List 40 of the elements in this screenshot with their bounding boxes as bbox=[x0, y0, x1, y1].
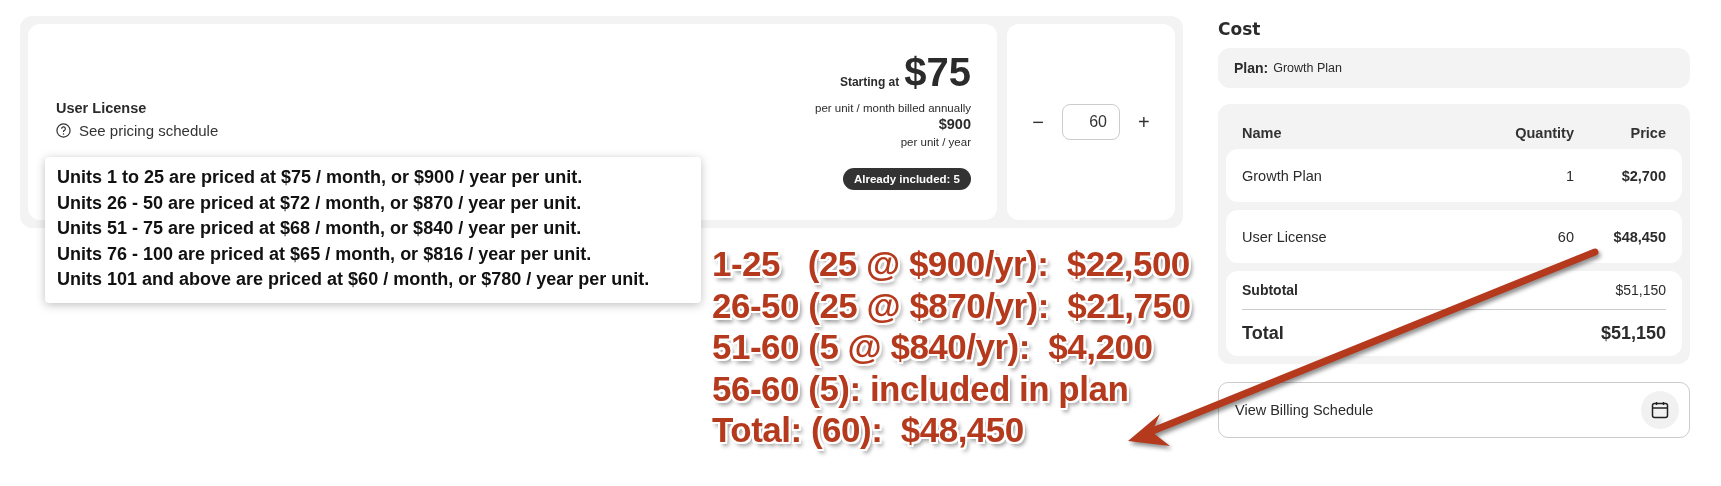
annotation-note: Total: (60): $48,450 bbox=[712, 409, 1025, 451]
annotation-note: 26-50 (25 @ $870/yr): $21,750 bbox=[712, 284, 1191, 326]
plan-label: Plan: bbox=[1234, 60, 1269, 76]
quantity-field[interactable]: 60 bbox=[1062, 104, 1120, 140]
increment-button[interactable]: + bbox=[1134, 110, 1154, 134]
monthly-note: per unit / month billed annually bbox=[815, 102, 971, 114]
item-price: $48,450 bbox=[1612, 228, 1666, 245]
item-price: $2,700 bbox=[1620, 167, 1666, 184]
tier-price-text: Units 76 - 100 are priced at $65 / month, or $816 / year per unit. bbox=[57, 242, 592, 266]
starting-price: $75 bbox=[904, 52, 971, 92]
column-header: Quantity bbox=[1514, 125, 1574, 141]
included-badge: Already included: 5 bbox=[842, 168, 971, 190]
pricing-schedule-link[interactable]: See pricing schedule bbox=[56, 122, 219, 139]
item-name: User License bbox=[1242, 228, 1328, 245]
total-value: $51,150 bbox=[1600, 322, 1666, 344]
tier-price-text: Units 51 - 75 are priced at $68 / month, or $840 / year per unit. bbox=[57, 217, 582, 240]
item-quantity: 1 bbox=[1564, 167, 1574, 184]
calendar-icon bbox=[1650, 400, 1670, 420]
plan-name: Growth Plan bbox=[1273, 61, 1342, 75]
item-name: Growth Plan bbox=[1242, 167, 1323, 184]
billing-schedule-button[interactable]: View Billing Schedule bbox=[1218, 382, 1690, 438]
subtotal-value: $51,150 bbox=[1615, 282, 1666, 298]
product-name: User License bbox=[56, 100, 148, 116]
total-label: Total bbox=[1242, 322, 1284, 344]
annual-note: per unit / year bbox=[900, 136, 971, 148]
column-header: Price bbox=[1629, 125, 1666, 141]
item-quantity: 60 bbox=[1556, 228, 1574, 245]
tier-price-text: Units 101 and above are priced at $60 / month, or $780 / year per unit. bbox=[57, 268, 650, 291]
cost-title: Cost bbox=[1218, 18, 1262, 41]
annotation-note: 1-25 (25 @ $900/yr): $22,500 bbox=[712, 243, 1191, 285]
annotation-note: 56-60 (5): included in plan bbox=[712, 367, 1130, 409]
annual-price: $900 bbox=[938, 116, 971, 132]
column-header: Name bbox=[1242, 125, 1283, 141]
decrement-button[interactable]: − bbox=[1028, 110, 1048, 134]
subtotal-label: Subtotal bbox=[1242, 282, 1298, 298]
starting-label: Starting at bbox=[839, 75, 900, 89]
tier-price-text: Units 1 to 25 are priced at $75 / month, or $900 / year per unit. bbox=[57, 166, 583, 189]
help-icon bbox=[56, 123, 71, 138]
tier-price-text: Units 26 - 50 are priced at $72 / month, or $870 / year per unit. bbox=[57, 191, 582, 215]
annotation-note: 51-60 (5 @ $840/yr): $4,200 bbox=[712, 326, 1154, 368]
